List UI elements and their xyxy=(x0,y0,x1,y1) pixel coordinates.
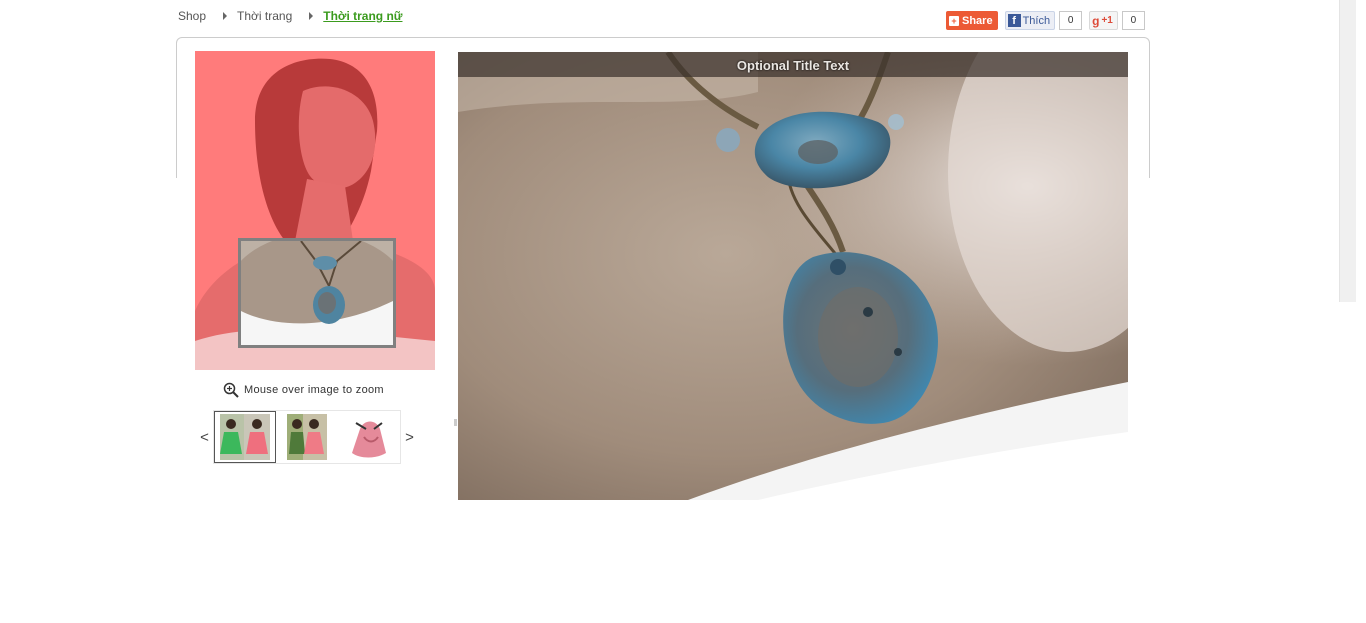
lens-preview xyxy=(241,241,393,345)
zoom-lens[interactable] xyxy=(238,238,396,348)
thumbnail-1-image xyxy=(220,414,270,460)
zoom-hint-text: Mouse over image to zoom xyxy=(244,384,384,396)
zoom-hint: Mouse over image to zoom xyxy=(223,381,384,399)
thumbnail-prev-button[interactable]: < xyxy=(196,429,213,446)
breadcrumb-shop[interactable]: Shop xyxy=(178,9,206,23)
google-plus-count: 0 xyxy=(1121,11,1145,30)
thumbnail-strip xyxy=(213,410,401,464)
plus-icon: + xyxy=(949,15,959,26)
magnifier-icon xyxy=(223,382,239,398)
zoom-title: Optional Title Text xyxy=(458,52,1128,77)
share-button[interactable]: + Share xyxy=(946,11,998,30)
breadcrumb-thoi-trang[interactable]: Thời trang xyxy=(237,9,292,23)
thumbnail-next-button[interactable]: > xyxy=(401,429,418,446)
share-label: Share xyxy=(962,14,993,27)
facebook-icon: f xyxy=(1007,14,1021,27)
google-plus-icon: g xyxy=(1092,13,1100,28)
facebook-like-button[interactable]: f Thích xyxy=(1004,11,1056,30)
breadcrumb-thoi-trang-nu[interactable]: Thời trang nữ xyxy=(323,9,402,23)
breadcrumb-arrow-icon xyxy=(309,12,314,20)
thumbnail-1[interactable] xyxy=(214,411,276,463)
social-bar: + Share f Thích 0 g +1 0 xyxy=(946,11,1145,30)
product-main-image[interactable] xyxy=(195,51,435,370)
thumbnail-3-image xyxy=(346,415,392,459)
zoom-divider xyxy=(454,419,457,426)
thumbnail-2-image xyxy=(287,414,327,460)
breadcrumb-arrow-icon xyxy=(223,12,228,20)
google-plus-label: +1 xyxy=(1101,15,1113,26)
google-plus-button[interactable]: g +1 xyxy=(1089,11,1118,30)
page-scrollbar[interactable] xyxy=(1339,0,1356,302)
thumbnail-3[interactable] xyxy=(338,411,400,463)
thumbnail-carousel: < > xyxy=(196,410,418,464)
zoomed-image xyxy=(458,52,1128,500)
zoom-window: Optional Title Text xyxy=(458,52,1128,500)
facebook-like-count: 0 xyxy=(1059,11,1083,30)
breadcrumb: Shop Thời trang Thời trang nữ xyxy=(178,7,402,25)
thumbnail-2[interactable] xyxy=(276,411,338,463)
facebook-like-label: Thích xyxy=(1022,14,1051,27)
